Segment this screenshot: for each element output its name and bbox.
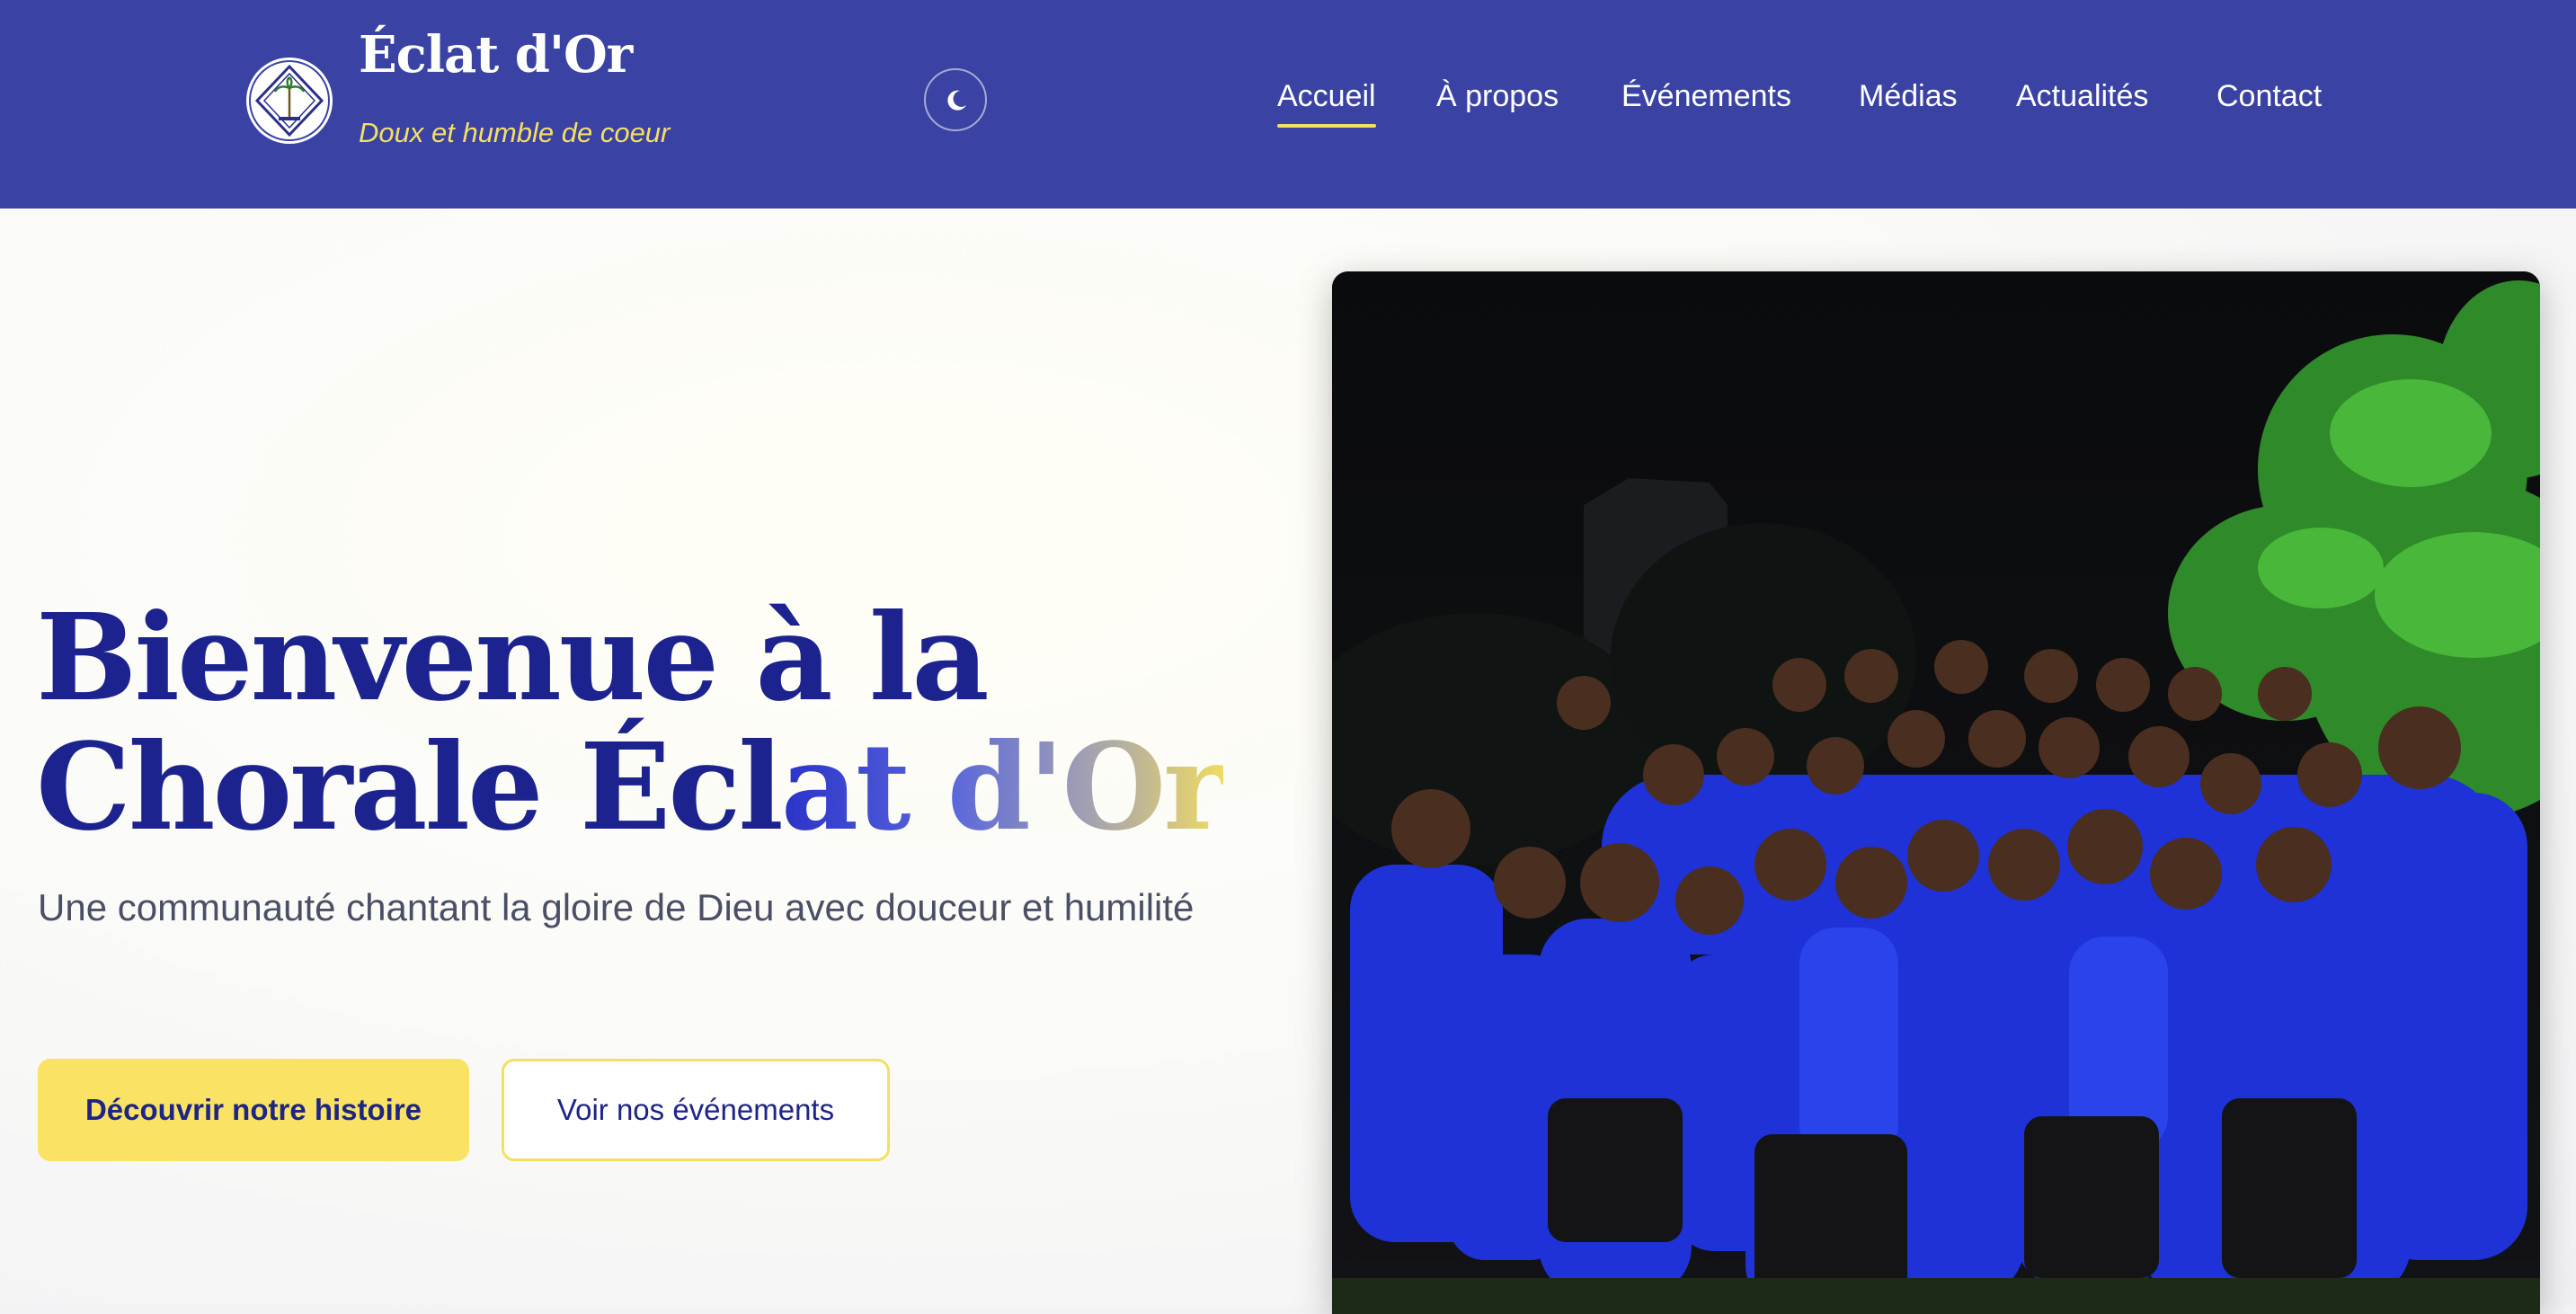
hero-title-line1: Bienvenue à la (36, 588, 990, 728)
discover-history-button[interactable]: Découvrir notre histoire (38, 1059, 469, 1161)
hero-title: Bienvenue à la Chorale Éclat d'Or (36, 593, 1226, 852)
nav-item-a-propos[interactable]: À propos (1436, 79, 1559, 114)
hero-subtitle: Une communauté chantant la gloire de Die… (38, 886, 1195, 928)
nav-item-accueil[interactable]: Accueil (1277, 79, 1376, 128)
choir-group-photo (1332, 271, 2540, 1314)
nav-item-medias[interactable]: Médias (1859, 79, 1958, 114)
brand-title[interactable]: Éclat d'Or (359, 25, 633, 84)
nav-item-contact[interactable]: Contact (2216, 79, 2322, 114)
site-header: Éclat d'Or Doux et humble de coeur Accue… (0, 0, 2576, 209)
main-nav: Accueil À propos Événements Médias Actua… (0, 79, 2576, 133)
hero-title-line2-gradient: at d'Or (780, 717, 1227, 857)
view-events-button[interactable]: Voir nos événements (502, 1059, 890, 1161)
nav-item-actualites[interactable]: Actualités (2016, 79, 2148, 114)
hero-title-line2-prefix: Chorale Écl (36, 717, 784, 857)
nav-item-evenements[interactable]: Événements (1621, 79, 1791, 114)
